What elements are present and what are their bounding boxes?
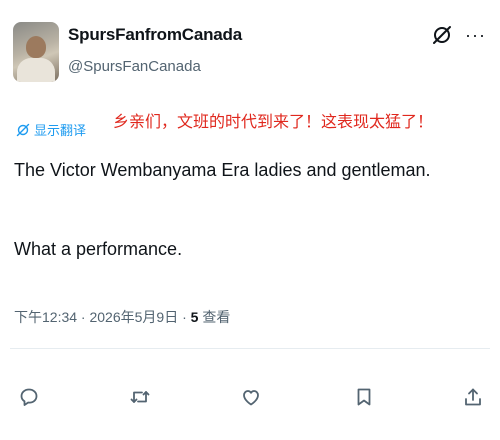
user-handle[interactable]: @SpursFanCanada xyxy=(68,58,201,75)
avatar-head xyxy=(26,36,46,58)
tweet-text-line-2: What a performance. xyxy=(14,239,183,259)
views-label: 查看 xyxy=(198,309,231,325)
top-right-actions: ··· xyxy=(431,24,486,46)
share-icon[interactable] xyxy=(462,386,484,408)
bookmark-icon[interactable] xyxy=(353,386,375,408)
tweet-text-line-1: The Victor Wembanyama Era ladies and gen… xyxy=(14,160,431,180)
retweet-icon[interactable] xyxy=(129,386,151,408)
reply-icon[interactable] xyxy=(18,386,40,408)
grok-icon[interactable] xyxy=(431,24,453,46)
overlay-caption: 乡亲们，文班的时代到来了！这表现太猛了！ xyxy=(113,112,434,131)
show-translation-label: 显示翻译 xyxy=(34,123,87,138)
avatar[interactable] xyxy=(13,22,59,82)
tweet-metadata: 下午12:34 · 2026年5月9日 · 5 查看 xyxy=(14,307,230,327)
tweet-timestamp[interactable]: 下午12:34 · 2026年5月9日 · xyxy=(14,309,191,325)
divider xyxy=(10,348,490,349)
avatar-shirt xyxy=(17,58,55,82)
display-name[interactable]: SpursFanfromCanada xyxy=(68,25,242,45)
action-bar xyxy=(0,386,500,416)
show-translation-link[interactable]: 显示翻译 xyxy=(16,120,86,139)
like-icon[interactable] xyxy=(240,386,262,408)
translate-icon xyxy=(16,123,30,136)
more-options-icon[interactable]: ··· xyxy=(465,26,486,44)
